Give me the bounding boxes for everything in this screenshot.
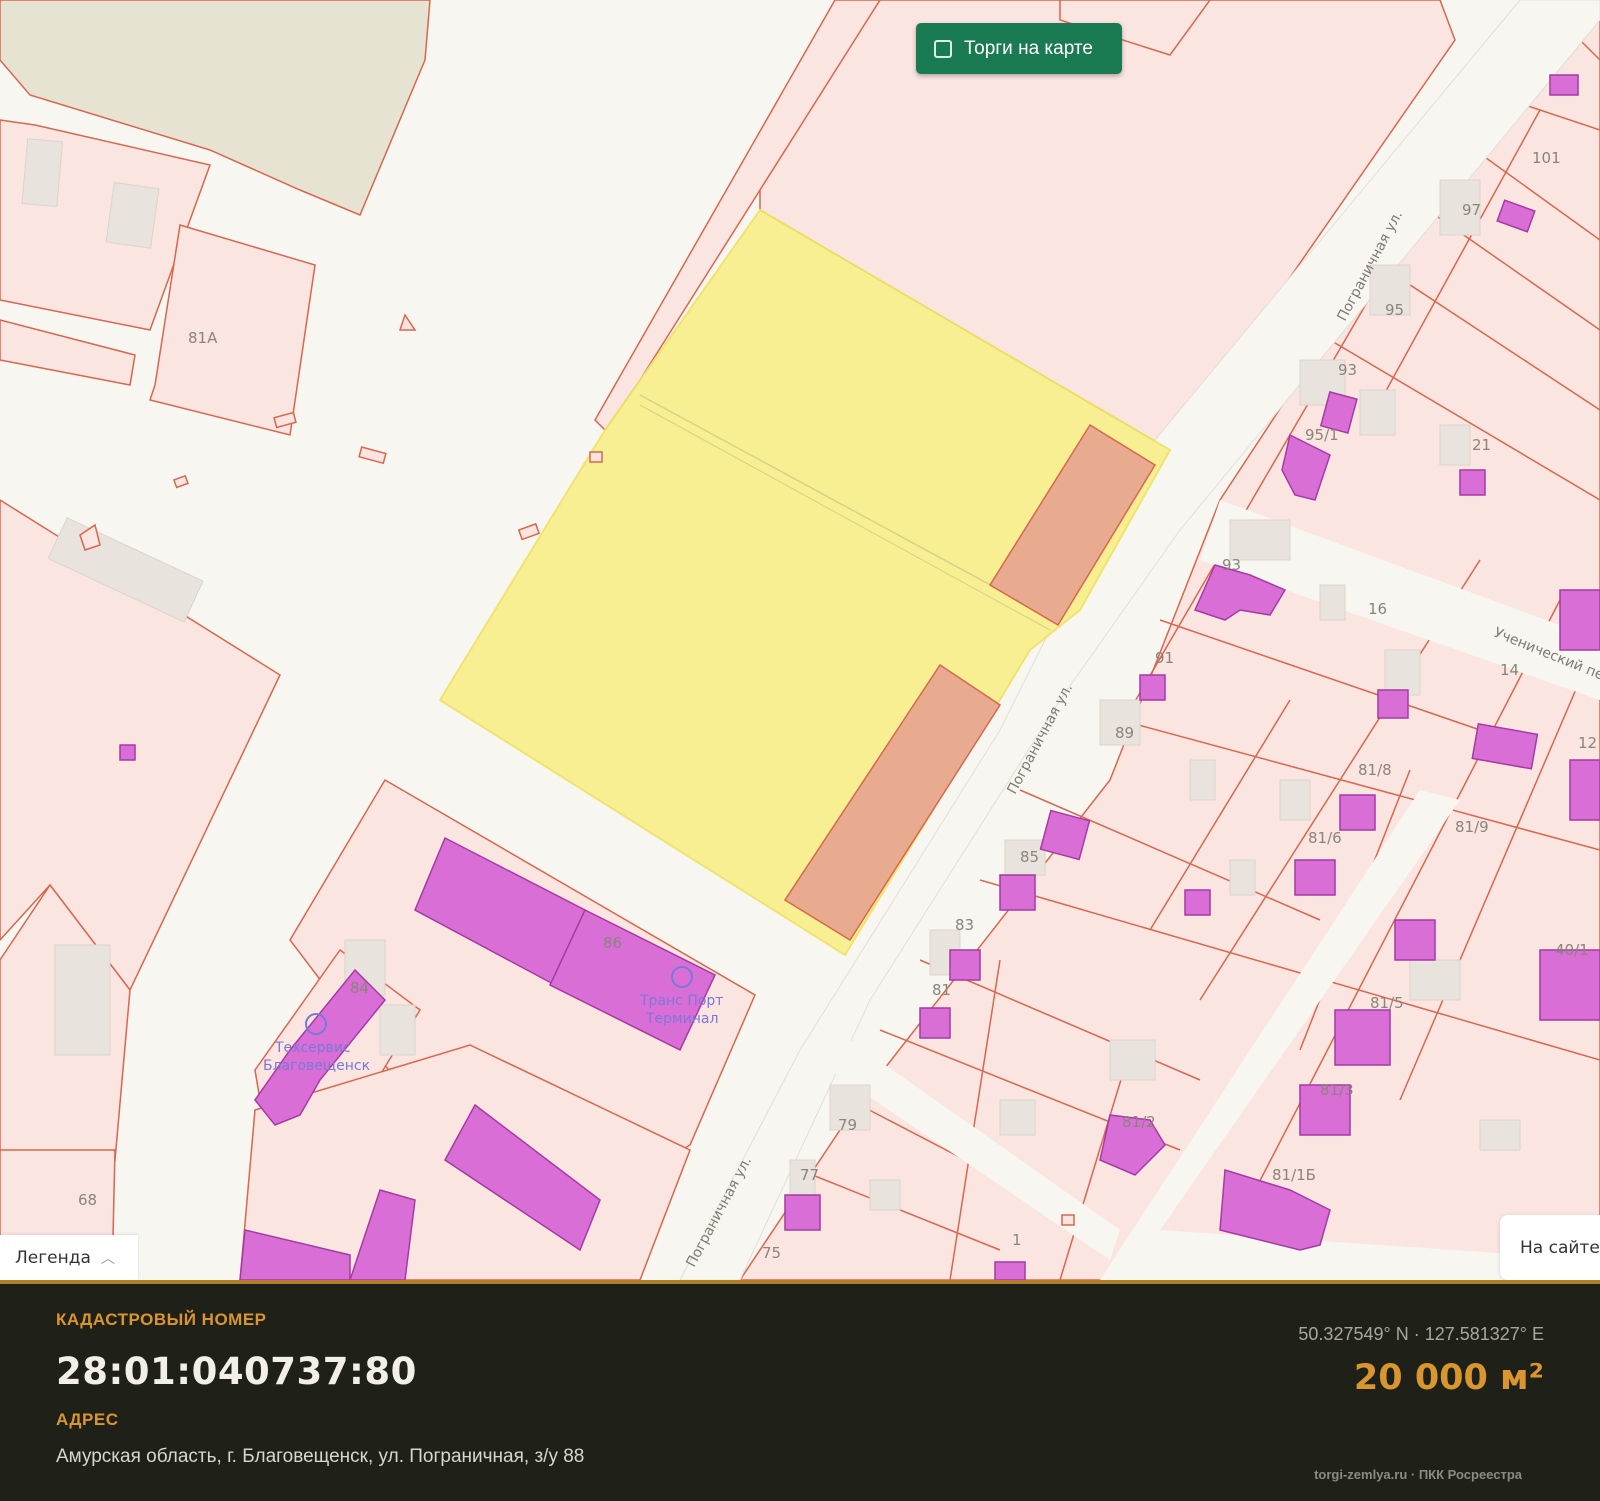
parcel-label: 91 [1155, 649, 1174, 667]
parcel-label: 86 [603, 934, 622, 952]
poi-label: Техсервис [274, 1040, 351, 1056]
parcel-label: 95 [1385, 301, 1404, 319]
address-heading: АДРЕС [56, 1410, 119, 1429]
parcel [149, 224, 316, 436]
legend-button[interactable]: Легенда ︿ [0, 1235, 138, 1280]
info-panel: КАДАСТРОВЫЙ НОМЕР 28:01:040737:80 АДРЕС … [0, 1280, 1600, 1501]
parcel-label: 77 [800, 1166, 819, 1184]
parcel-label: 81/8 [1358, 761, 1392, 779]
parcel-label: 81/2 [1122, 1113, 1156, 1131]
checkbox-icon[interactable] [934, 39, 952, 58]
parcel-label: 85 [1020, 848, 1039, 866]
parcel-label: 21 [1472, 436, 1491, 454]
torgi-label: Торги на карте [964, 37, 1093, 59]
parcel-label: 68 [78, 1191, 97, 1209]
parcel-label: 81/9 [1455, 818, 1489, 836]
parcel-label: 97 [1462, 201, 1481, 219]
parcel-label: 93 [1338, 361, 1357, 379]
torgi-on-map-toggle[interactable]: Торги на карте [916, 23, 1122, 74]
area-value: 20 000 м² [1353, 1358, 1544, 1398]
parcel-label: 81/5 [1370, 994, 1404, 1012]
poi-label: Благовещенск [263, 1058, 370, 1074]
parcel-label: 95/1 [1305, 426, 1339, 444]
parcel-label: 79 [838, 1116, 857, 1134]
parcel-label: 84 [350, 979, 369, 997]
parcel-label: 75 [762, 1244, 781, 1262]
parcel-label: 81/3 [1320, 1081, 1354, 1099]
cadastral-heading: КАДАСТРОВЫЙ НОМЕР [56, 1310, 267, 1329]
parcel-label: 12 [1578, 734, 1597, 752]
coordinates: 50.327549° N · 127.581327° E [1298, 1324, 1544, 1344]
chevron-up-icon: ︿ [100, 1250, 115, 1267]
parcel-label: 81/6 [1308, 829, 1342, 847]
source-credit: torgi-zemlya.ru · ПКК Росреестра [1314, 1467, 1522, 1482]
parcel-label: 16 [1368, 600, 1387, 618]
on-site-label: На сайте [1520, 1237, 1600, 1258]
map-canvas[interactable]: 81А 101 97 95 93 95/1 21 16 14 12 93 91 … [0, 0, 1600, 1280]
cadastral-map[interactable]: 81А 101 97 95 93 95/1 21 16 14 12 93 91 … [0, 0, 1600, 1280]
parcel-label: 101 [1532, 149, 1561, 167]
poi-label: Транс Порт [639, 993, 723, 1009]
parcel-label: 81А [188, 329, 218, 347]
parcel-label: 81 [932, 981, 951, 999]
parcel [0, 319, 136, 386]
parcel-label: 81/1Б [1272, 1166, 1316, 1184]
parcel-label: 93 [1222, 556, 1241, 574]
parcel-label: 14 [1500, 661, 1519, 679]
parcel-label: 1 [1012, 1231, 1022, 1249]
parcel-label: 40/1 [1555, 941, 1589, 959]
cadastral-number: 28:01:040737:80 [56, 1350, 417, 1393]
legend-label: Легенда [15, 1247, 91, 1268]
address-text: Амурская область, г. Благовещенск, ул. П… [56, 1446, 585, 1467]
poi-label: Терминал [645, 1011, 718, 1027]
parcel-label: 83 [955, 916, 974, 934]
on-site-button[interactable]: На сайте [1500, 1215, 1600, 1280]
parcel-label: 89 [1115, 724, 1134, 742]
